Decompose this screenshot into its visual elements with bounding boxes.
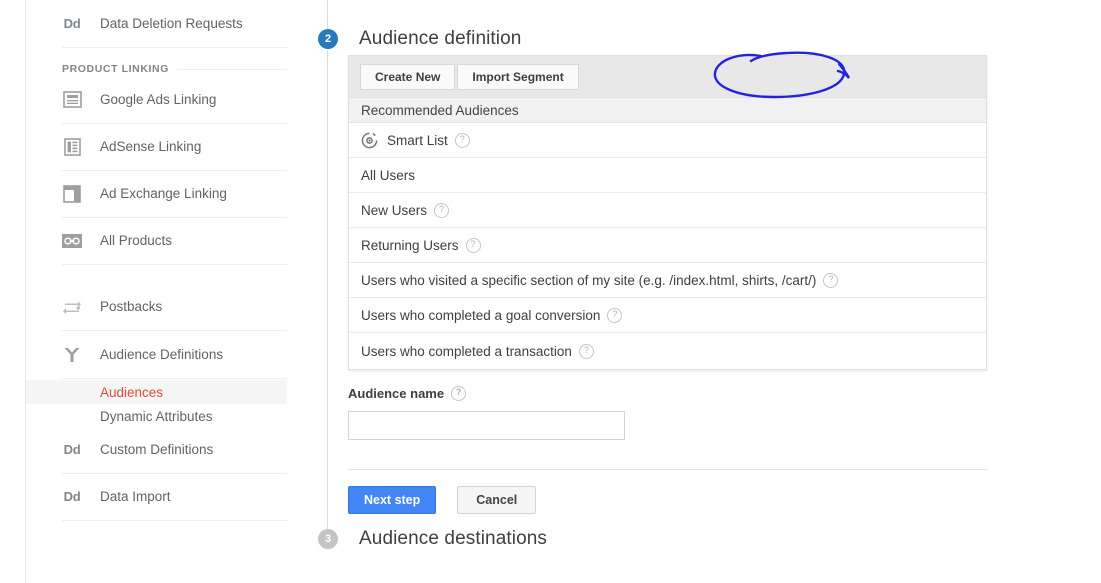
dd-icon: Dd <box>63 489 81 504</box>
sidebar-item-label: All Products <box>100 233 173 248</box>
step-connector <box>327 50 328 530</box>
sidebar-subitem-dynamic-attributes[interactable]: Dynamic Attributes <box>26 404 287 428</box>
sidebar-subitem-label: Audiences <box>100 384 164 400</box>
sidebar-item-label: Audience Definitions <box>100 347 224 362</box>
list-item-goal-conversion[interactable]: Users who completed a goal conversion ? <box>349 298 986 333</box>
sidebar-item-all-products[interactable]: All Products <box>26 217 287 264</box>
dd-icon: Dd <box>63 16 81 31</box>
sidebar-subitem-audiences[interactable]: Audiences <box>26 380 287 404</box>
ad-exchange-linking-icon <box>62 184 82 204</box>
all-products-link-icon <box>62 231 82 251</box>
tab-create-new[interactable]: Create New <box>360 63 456 90</box>
list-item-smart-list[interactable]: Smart List ? <box>349 123 986 158</box>
sidebar-subitem-label: Dynamic Attributes <box>100 408 213 424</box>
step-3-header: 3 Audience destinations <box>318 529 547 549</box>
sidebar-item-label: AdSense Linking <box>100 139 202 154</box>
help-icon[interactable]: ? <box>454 132 470 148</box>
next-step-button[interactable]: Next step <box>348 486 437 514</box>
sidebar-divider <box>62 47 287 48</box>
list-item-all-users[interactable]: All Users <box>349 158 986 193</box>
step-3-badge: 3 <box>318 529 338 549</box>
audience-name-label-row: Audience name ? <box>348 386 988 401</box>
list-item-label: Users who completed a goal conversion <box>361 307 601 323</box>
sidebar-item-label: Data Import <box>100 489 171 504</box>
form-actions: Next step Cancel <box>348 486 537 514</box>
google-ads-linking-icon <box>62 90 82 110</box>
sidebar-item-label: Ad Exchange Linking <box>100 186 227 201</box>
help-icon[interactable]: ? <box>607 307 623 323</box>
sidebar-divider <box>62 520 287 521</box>
postbacks-exchange-icon <box>62 297 82 317</box>
sidebar-item-data-deletion-requests[interactable]: Dd Data Deletion Requests <box>26 0 287 47</box>
step-2-header: 2 Audience definition <box>318 29 521 49</box>
cancel-button[interactable]: Cancel <box>457 486 537 514</box>
audience-name-field-group: Audience name ? <box>348 386 988 440</box>
audience-name-input[interactable] <box>348 411 625 440</box>
dd-icon: Dd <box>63 442 81 457</box>
list-item-visited-section[interactable]: Users who visited a specific section of … <box>349 263 986 298</box>
sidebar-divider <box>62 378 287 379</box>
step-3-title: Audience destinations <box>359 528 548 549</box>
help-icon[interactable]: ? <box>434 202 450 218</box>
tab-bar: Create New Import Segment <box>349 56 986 98</box>
sidebar-item-label: Google Ads Linking <box>100 92 217 107</box>
sidebar-item-adsense-linking[interactable]: AdSense Linking <box>26 123 287 170</box>
audience-definitions-branch-icon <box>62 345 82 365</box>
smart-list-icon <box>361 132 378 149</box>
list-item-label: Smart List <box>387 132 448 148</box>
sidebar-divider <box>62 264 287 265</box>
step-2-badge: 2 <box>318 29 338 49</box>
sidebar-item-label: Data Deletion Requests <box>100 16 243 31</box>
sidebar-item-postbacks[interactable]: Postbacks <box>26 283 287 330</box>
sidebar-item-label: Custom Definitions <box>100 442 214 457</box>
list-item-label: New Users <box>361 202 428 218</box>
sidebar-item-audience-definitions[interactable]: Audience Definitions <box>26 331 287 378</box>
step-connector-top <box>327 0 328 30</box>
sidebar-item-custom-definitions[interactable]: Dd Custom Definitions <box>26 426 287 473</box>
main-content: 2 Audience definition Create New Import … <box>287 0 1101 583</box>
sidebar-item-label: Postbacks <box>100 299 163 314</box>
list-item-transaction[interactable]: Users who completed a transaction ? <box>349 333 986 369</box>
help-icon[interactable]: ? <box>578 343 594 359</box>
audience-definition-panel: Create New Import Segment Recommended Au… <box>348 55 987 370</box>
help-icon[interactable]: ? <box>823 272 839 288</box>
list-item-returning-users[interactable]: Returning Users ? <box>349 228 986 263</box>
page-title: Audience definition <box>359 28 522 49</box>
sidebar-item-google-ads-linking[interactable]: Google Ads Linking <box>26 76 287 123</box>
list-item-label: Users who completed a transaction <box>361 343 572 359</box>
adsense-linking-icon <box>62 137 82 157</box>
list-item-label: All Users <box>361 167 416 183</box>
list-item-label: Returning Users <box>361 237 459 253</box>
help-icon[interactable]: ? <box>465 237 481 253</box>
list-item-new-users[interactable]: New Users ? <box>349 193 986 228</box>
sidebar-item-ad-exchange-linking[interactable]: Ad Exchange Linking <box>26 170 287 217</box>
recommended-audiences-header: Recommended Audiences <box>349 98 986 123</box>
tab-import-segment[interactable]: Import Segment <box>457 63 579 90</box>
audience-name-label: Audience name <box>348 386 445 401</box>
help-icon[interactable]: ? <box>451 386 467 401</box>
sidebar: Dd Data Deletion Requests PRODUCT LINKIN… <box>25 0 287 583</box>
section-header-label: PRODUCT LINKING <box>62 63 177 75</box>
app-screen: Dd Data Deletion Requests PRODUCT LINKIN… <box>0 0 1101 583</box>
list-item-label: Users who visited a specific section of … <box>361 272 817 288</box>
sidebar-item-data-import[interactable]: Dd Data Import <box>26 473 287 520</box>
form-divider <box>348 469 987 470</box>
